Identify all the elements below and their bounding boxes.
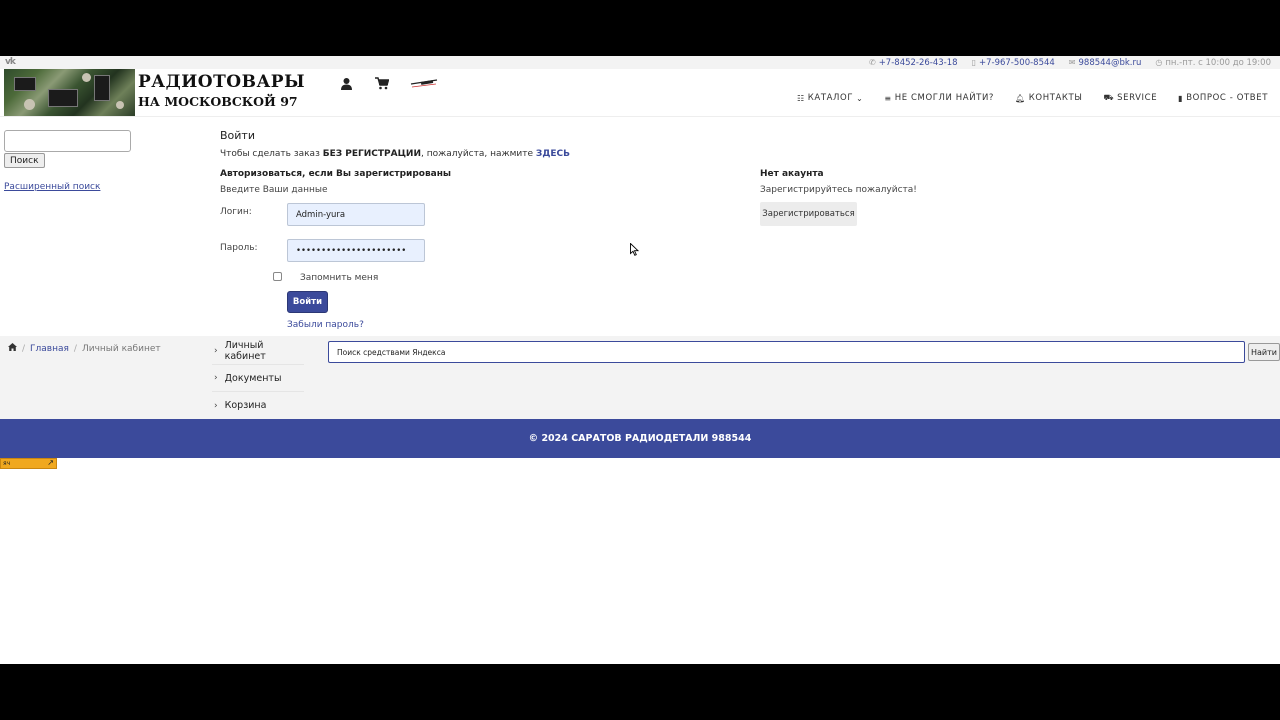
email-text: 988544@bk.ru [1078, 57, 1142, 68]
site-header: РАДИОТОВАРЫ НА МОСКОВСКОЙ 97 ☷ КАТАЛОГ ⌄… [0, 69, 1280, 117]
contact-phone2[interactable]: ▯ +7-967-500-8544 [972, 58, 1055, 68]
soldering-iron-icon[interactable] [410, 75, 438, 91]
phone1-text: +7-8452-26-43-18 [878, 57, 958, 68]
logo-line2: НА МОСКОВСКОЙ 97 [138, 94, 298, 109]
subnav-item-documents[interactable]: › Документы [212, 365, 304, 392]
chevron-down-icon: ⌄ [856, 93, 864, 103]
password-field[interactable] [287, 239, 425, 262]
nav-not-found-label: НЕ СМОГЛИ НАЙТИ? [894, 93, 995, 103]
copyright-text: © 2024 САРАТОВ РАДИОДЕТАЛИ 988544 [528, 433, 752, 444]
login-button[interactable]: Войти [287, 291, 328, 313]
mouse-cursor-icon [630, 243, 639, 256]
yandex-search-input[interactable] [328, 341, 1245, 363]
yandex-search-button[interactable]: Найти [1248, 343, 1280, 361]
contact-bar: vk ✆ +7-8452-26-43-18 ▯ +7-967-500-8544 … [0, 56, 1280, 69]
breadcrumb: / Главная / Личный кабинет [8, 343, 161, 354]
home-icon[interactable] [8, 343, 17, 354]
remember-checkbox[interactable] [273, 272, 282, 281]
subnav-item-label: Личный кабинет [224, 340, 266, 362]
subnav-item-label: Корзина [224, 400, 267, 411]
nav-not-found[interactable]: ≡ НЕ СМОГЛИ НАЙТИ? [884, 93, 994, 103]
nav-contacts-label: КОНТАКТЫ [1028, 93, 1083, 103]
page: vk ✆ +7-8452-26-43-18 ▯ +7-967-500-8544 … [0, 56, 1280, 664]
nav-faq[interactable]: ▮ ВОПРОС - ОТВЕТ [1178, 93, 1268, 103]
bars-icon: ≡ [884, 93, 892, 103]
yandex-counter-badge[interactable]: яч ↗ [0, 458, 57, 469]
main-nav: ☷ КАТАЛОГ ⌄ ≡ НЕ СМОГЛИ НАЙТИ? 🔔︎ КОНТАК… [797, 93, 1268, 103]
breadcrumb-current: Личный кабинет [81, 343, 161, 354]
clock-icon: ◷ [1155, 58, 1163, 67]
chevron-right-icon: › [214, 346, 218, 356]
login-title: Войти [220, 129, 255, 142]
no-registration-link[interactable]: ЗДЕСЬ [536, 149, 570, 159]
bell-icon: 🔔︎ [1015, 93, 1026, 103]
register-heading: Нет акаунта [760, 169, 824, 179]
sidebar-search-input[interactable] [4, 130, 131, 152]
nav-catalog-label: КАТАЛОГ [807, 93, 854, 103]
logo-line1: РАДИОТОВАРЫ [138, 72, 305, 92]
logo-image[interactable] [4, 69, 135, 116]
breadcrumb-separator: / [22, 343, 26, 354]
contact-hours: ◷ пн.-пт. с 10:00 до 19:00 [1155, 58, 1271, 68]
note-bold: БЕЗ РЕГИСТРАЦИИ [322, 149, 422, 159]
hours-text: пн.-пт. с 10:00 до 19:00 [1165, 57, 1271, 68]
breadcrumb-home[interactable]: Главная [30, 344, 69, 354]
breadcrumb-separator: / [73, 343, 77, 354]
counter-label: яч [3, 460, 11, 467]
account-subnav: › Личный кабинет › Документы › Корзина [212, 338, 304, 419]
site-footer: © 2024 САРАТОВ РАДИОДЕТАЛИ 988544 [0, 419, 1280, 458]
list-icon: ☷ [797, 93, 805, 103]
truck-icon: ⛟ [1103, 93, 1115, 102]
register-subtitle: Зарегистрируйтесь пожалуйста! [760, 185, 917, 195]
cart-icon[interactable] [374, 75, 390, 91]
nav-contacts[interactable]: 🔔︎ КОНТАКТЫ [1015, 93, 1082, 103]
nav-faq-label: ВОПРОС - ОТВЕТ [1186, 93, 1268, 103]
logo-text[interactable]: РАДИОТОВАРЫ НА МОСКОВСКОЙ 97 [138, 72, 305, 109]
phone-icon: ✆ [868, 58, 876, 67]
chevron-right-icon: › [214, 400, 218, 411]
subnav-item-account[interactable]: › Личный кабинет [212, 338, 304, 365]
login-label: Логин: [220, 207, 252, 217]
chevron-right-icon: › [214, 373, 218, 383]
subnav-item-label: Документы [224, 372, 282, 384]
arrow-up-right-icon: ↗ [47, 458, 54, 467]
nav-catalog[interactable]: ☷ КАТАЛОГ ⌄ [797, 93, 863, 103]
sidebar-search-button[interactable]: Поиск [4, 153, 45, 168]
contact-email[interactable]: ✉ 988544@bk.ru [1069, 58, 1142, 68]
bookmark-icon: ▮ [1178, 93, 1184, 103]
auth-subtitle: Введите Ваши данные [220, 185, 328, 195]
advanced-search-link[interactable]: Расширенный поиск [4, 182, 100, 192]
phone2-text: +7-967-500-8544 [978, 57, 1055, 68]
nav-service[interactable]: ⛟ SERVICE [1103, 93, 1157, 103]
mobile-icon: ▯ [971, 58, 976, 67]
nav-service-label: SERVICE [1117, 93, 1158, 103]
contact-phone1[interactable]: ✆ +7-8452-26-43-18 [869, 58, 958, 68]
subnav-item-cart[interactable]: › Корзина [212, 392, 304, 419]
header-icons [338, 75, 438, 91]
login-note: Чтобы сделать заказ БЕЗ РЕГИСТРАЦИИ, пож… [220, 149, 570, 159]
user-icon[interactable] [338, 75, 354, 91]
contacts: ✆ +7-8452-26-43-18 ▯ +7-967-500-8544 ✉ 9… [869, 56, 1271, 69]
remember-label[interactable]: Запомнить меня [300, 273, 378, 283]
note-mid: , пожалуйста, нажмите [421, 149, 534, 159]
sidebar-search: Поиск [4, 130, 131, 168]
register-button[interactable]: Зарегистрироваться [760, 202, 857, 226]
envelope-icon: ✉ [1068, 58, 1076, 67]
password-label: Пароль: [220, 243, 258, 253]
auth-heading: Авторизоваться, если Вы зарегистрированы [220, 169, 452, 179]
vk-icon[interactable]: vk [5, 57, 16, 67]
note-prefix: Чтобы сделать заказ [220, 149, 320, 159]
login-field[interactable] [287, 203, 425, 226]
forgot-password-link[interactable]: Забыли пароль? [287, 320, 364, 330]
